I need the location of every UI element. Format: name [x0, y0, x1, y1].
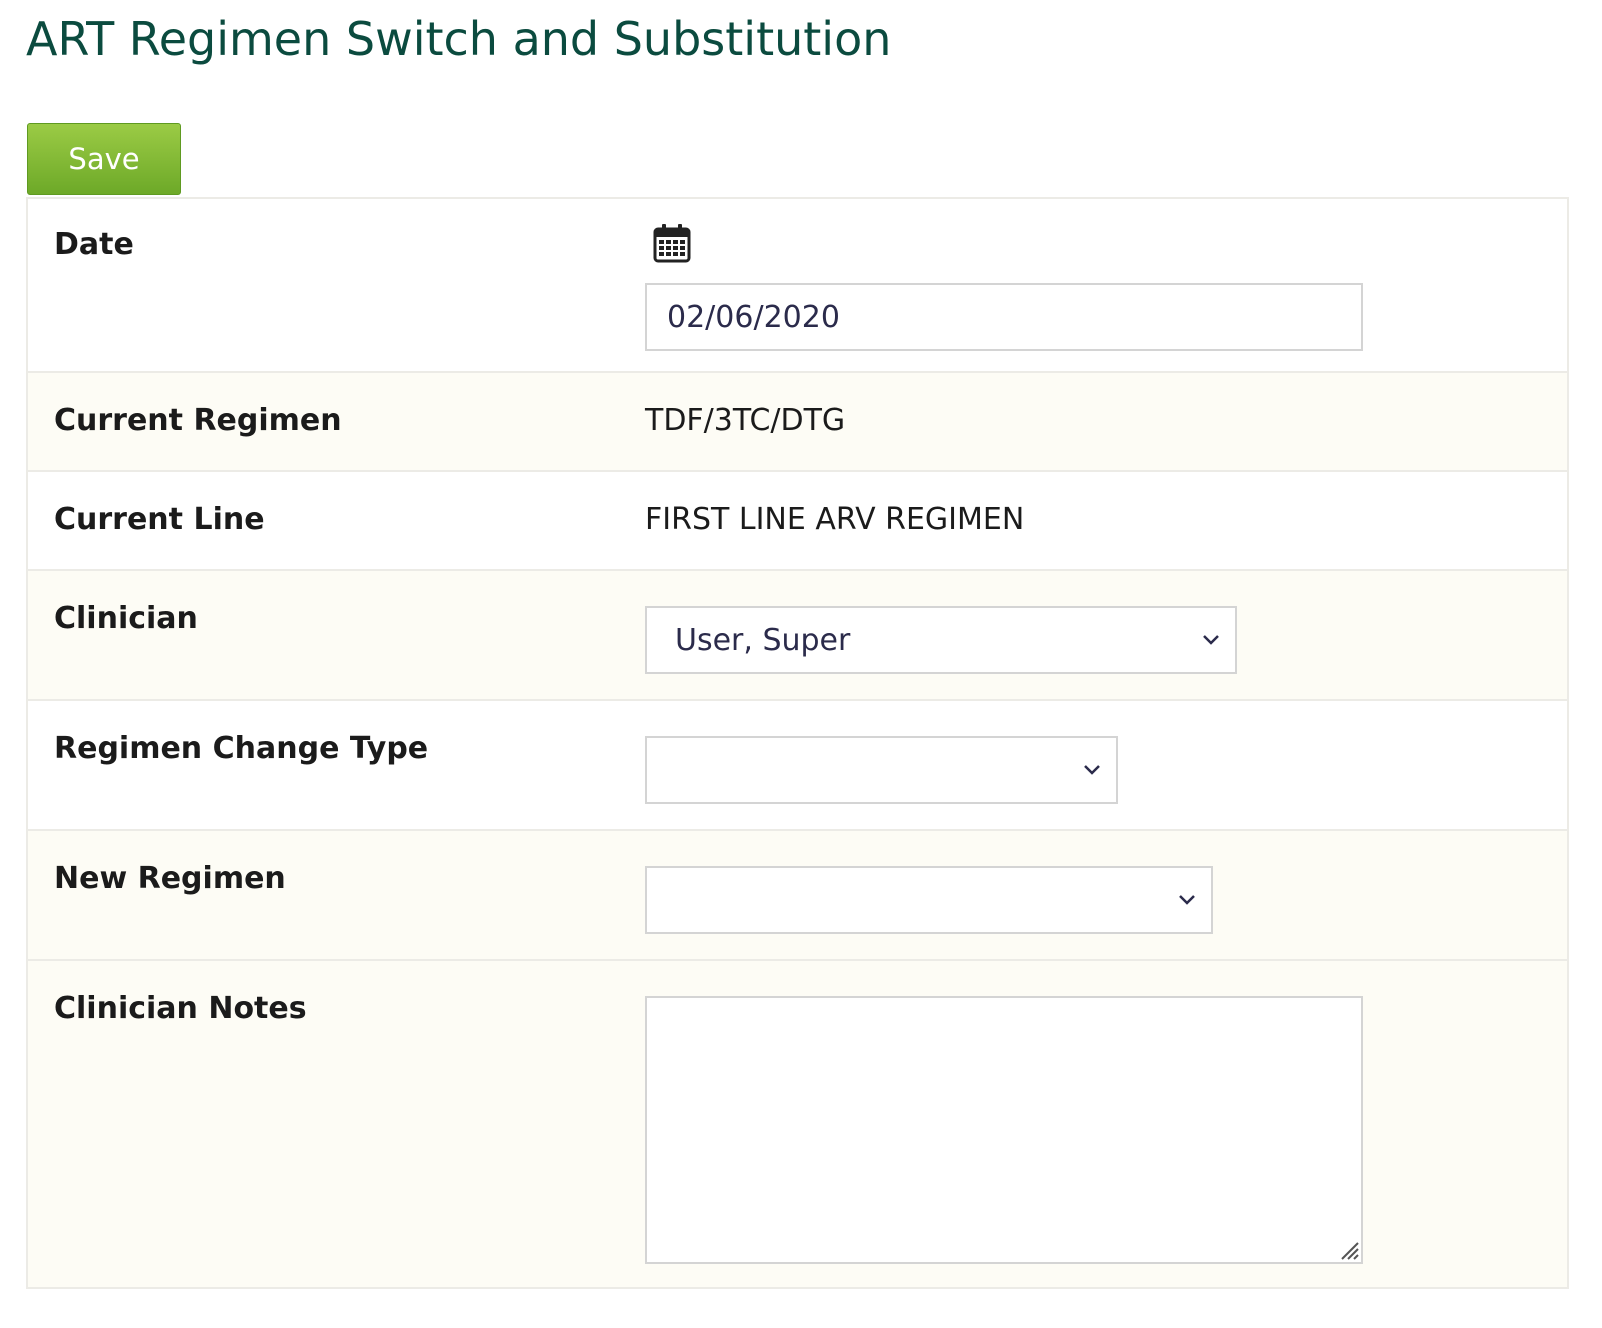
clinician-notes-textarea[interactable]	[645, 996, 1363, 1264]
chevron-down-icon	[1203, 635, 1219, 645]
current-regimen-value: TDF/3TC/DTG	[645, 403, 846, 438]
save-button[interactable]: Save	[27, 123, 181, 195]
clinician-select[interactable]: User, Super	[645, 606, 1237, 674]
regimen-form: Date 02/06/2020 Current Regimen TDF/3TC/…	[26, 197, 1569, 1289]
clinician-selected-value: User, Super	[675, 622, 851, 658]
chevron-down-icon	[1179, 895, 1195, 905]
new-regimen-select[interactable]	[645, 866, 1213, 934]
clinician-label: Clinician	[54, 601, 198, 636]
regimen-change-type-label: Regimen Change Type	[54, 731, 429, 766]
form-row-date: Date 02/06/2020	[28, 199, 1567, 371]
form-row-clinician: Clinician User, Super	[28, 569, 1567, 699]
form-row-current-line: Current Line FIRST LINE ARV REGIMEN	[28, 470, 1567, 569]
clinician-notes-label: Clinician Notes	[54, 991, 307, 1026]
resize-grip-icon[interactable]	[1336, 1237, 1360, 1261]
calendar-icon[interactable]	[653, 223, 691, 263]
form-row-clinician-notes: Clinician Notes	[28, 959, 1567, 1287]
date-label: Date	[54, 227, 134, 262]
chevron-down-icon	[1084, 765, 1100, 775]
date-input[interactable]: 02/06/2020	[645, 283, 1363, 351]
current-line-value: FIRST LINE ARV REGIMEN	[645, 502, 1025, 537]
form-row-new-regimen: New Regimen	[28, 829, 1567, 959]
form-row-regimen-change-type: Regimen Change Type	[28, 699, 1567, 829]
form-row-current-regimen: Current Regimen TDF/3TC/DTG	[28, 371, 1567, 470]
current-regimen-label: Current Regimen	[54, 403, 342, 438]
page-title: ART Regimen Switch and Substitution	[26, 12, 892, 66]
regimen-change-type-select[interactable]	[645, 736, 1118, 804]
new-regimen-label: New Regimen	[54, 861, 286, 896]
current-line-label: Current Line	[54, 502, 265, 537]
